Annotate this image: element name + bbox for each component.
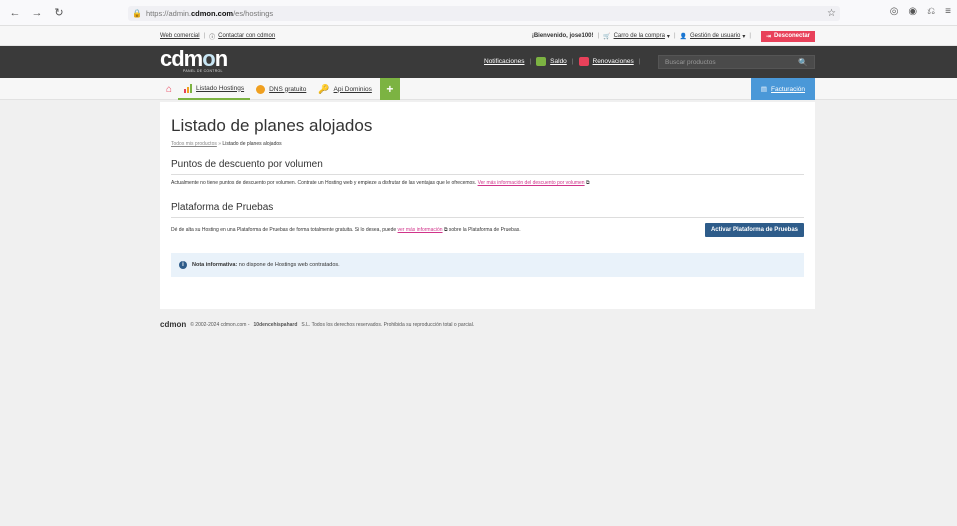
facturacion-button[interactable]: ▤ Facturación	[750, 78, 815, 100]
nav-menu: ⌂ Listado Hostings DNS gratuito 🔑 Api Do…	[0, 78, 957, 100]
renovaciones-badge	[578, 57, 589, 66]
account-icon[interactable]: ◉	[908, 6, 917, 17]
plataforma-more-info-link[interactable]: ver más información	[398, 227, 443, 233]
saldo-link[interactable]: Saldo	[550, 58, 567, 65]
invoice-icon: ▤	[760, 86, 768, 93]
welcome-text: ¡Bienvenido, jose100!	[531, 33, 594, 39]
external-link-icon: ⧉	[443, 227, 448, 233]
user-icon: 👤	[679, 33, 687, 40]
chevron-down-icon[interactable]: ▾	[667, 33, 670, 40]
bookmark-star-icon[interactable]: ☆	[827, 8, 836, 19]
main-header: cdmon PANEL DE CONTROL Notificaciones | …	[0, 46, 957, 78]
main-content-card: Listado de planes alojados Todos mis pro…	[160, 102, 815, 309]
extensions-icon[interactable]: ⎌	[927, 6, 935, 17]
section-title-plataforma: Plataforma de Pruebas	[171, 202, 804, 218]
notifications-link[interactable]: Notificaciones	[484, 58, 524, 65]
key-icon: 🔑	[318, 83, 330, 94]
page-title: Listado de planes alojados	[171, 116, 373, 135]
chevron-down-icon[interactable]: ▾	[742, 33, 745, 40]
browser-toolbar: ← → ↻ 🔒 https://admin.cdmon.com/es/hosti…	[0, 0, 957, 26]
logout-icon: ⇥	[765, 33, 771, 40]
cdmon-logo[interactable]: cdmon	[160, 48, 228, 70]
reload-icon[interactable]: ↻	[52, 6, 66, 20]
descuento-more-info-link[interactable]: Ver más información del descuento por vo…	[478, 180, 585, 186]
user-management-link[interactable]: Gestión de usuario	[690, 33, 740, 39]
footer-rights: S.L. Todos los derechos reservados. Proh…	[301, 321, 475, 328]
web-comercial-link[interactable]: Web comercial	[160, 33, 200, 39]
tab-label[interactable]: DNS gratuito	[269, 86, 306, 93]
facturacion-link[interactable]: Facturación	[771, 86, 805, 93]
search-input[interactable]: Buscar productos 🔍	[658, 55, 815, 69]
section-title-descuento: Puntos de descuento por volumen	[171, 159, 804, 175]
home-tab[interactable]: ⌂	[160, 78, 178, 100]
cart-icon: 🛒	[603, 33, 611, 40]
breadcrumb-separator: »	[218, 141, 222, 147]
add-button[interactable]: +	[379, 78, 400, 100]
dns-icon	[256, 84, 266, 94]
footer-company: 10dencehispahard	[253, 321, 298, 328]
breadcrumb-link[interactable]: Todos mis productos	[171, 141, 217, 147]
contactar-link[interactable]: Contactar con cdmon	[218, 33, 275, 39]
back-arrow-icon[interactable]: ←	[8, 6, 22, 20]
footer: cdmon © 2002-2024 cdmon.com - 10dencehis…	[160, 320, 474, 329]
url-text: https://admin.cdmon.com/es/hostings	[145, 9, 274, 18]
tab-label[interactable]: Api Dominios	[334, 86, 372, 93]
section-text-descuento: Actualmente no tiene puntos de descuento…	[171, 180, 590, 186]
logout-button[interactable]: ⇥ Desconectar	[760, 30, 815, 42]
info-notice: i Nota informativa: no dispone de Hostin…	[171, 253, 804, 277]
section-text-plataforma: Dé de alta su Hosting en una Plataforma …	[171, 227, 521, 233]
external-link-icon: ⧉	[585, 180, 590, 186]
info-icon: i	[179, 261, 187, 269]
pocket-icon[interactable]: ◎	[890, 6, 899, 17]
footer-copyright: © 2002-2024 cdmon.com -	[190, 321, 250, 328]
footer-logo: cdmon	[160, 320, 187, 329]
home-icon: ⌂	[166, 83, 173, 95]
logo-subtitle: PANEL DE CONTROL	[183, 69, 223, 73]
search-icon[interactable]: 🔍	[798, 58, 808, 67]
tab-dns-gratuito[interactable]: DNS gratuito	[250, 78, 312, 100]
forward-arrow-icon[interactable]: →	[30, 6, 44, 20]
notice-text: no dispone de Hostings web contratados.	[238, 262, 340, 268]
tab-label[interactable]: Listado Hostings	[196, 85, 244, 92]
info-circle-icon: ⓘ	[209, 34, 216, 41]
activar-plataforma-button[interactable]: Activar Plataforma de Pruebas	[704, 223, 804, 237]
bar-chart-icon	[184, 83, 193, 93]
tab-api-dominios[interactable]: 🔑 Api Dominios	[312, 78, 378, 100]
cart-link[interactable]: Carro de la compra	[614, 33, 665, 39]
notice-label: Nota informativa:	[192, 262, 238, 268]
tab-listado-hostings[interactable]: Listado Hostings	[178, 78, 251, 100]
browser-right-icons: ◎ ◉ ⎌ ≡	[890, 6, 951, 17]
breadcrumb-current: Listado de planes alojados	[222, 141, 282, 147]
saldo-badge	[536, 57, 547, 66]
lock-icon: 🔒	[132, 9, 142, 18]
menu-icon[interactable]: ≡	[945, 6, 951, 17]
renovaciones-link[interactable]: Renovaciones	[593, 58, 634, 65]
utility-bar: Web comercial | ⓘ Contactar con cdmon ¡B…	[0, 26, 957, 46]
url-bar[interactable]: 🔒 https://admin.cdmon.com/es/hostings ☆	[128, 6, 840, 21]
breadcrumb: Todos mis productos » Listado de planes …	[171, 141, 804, 147]
